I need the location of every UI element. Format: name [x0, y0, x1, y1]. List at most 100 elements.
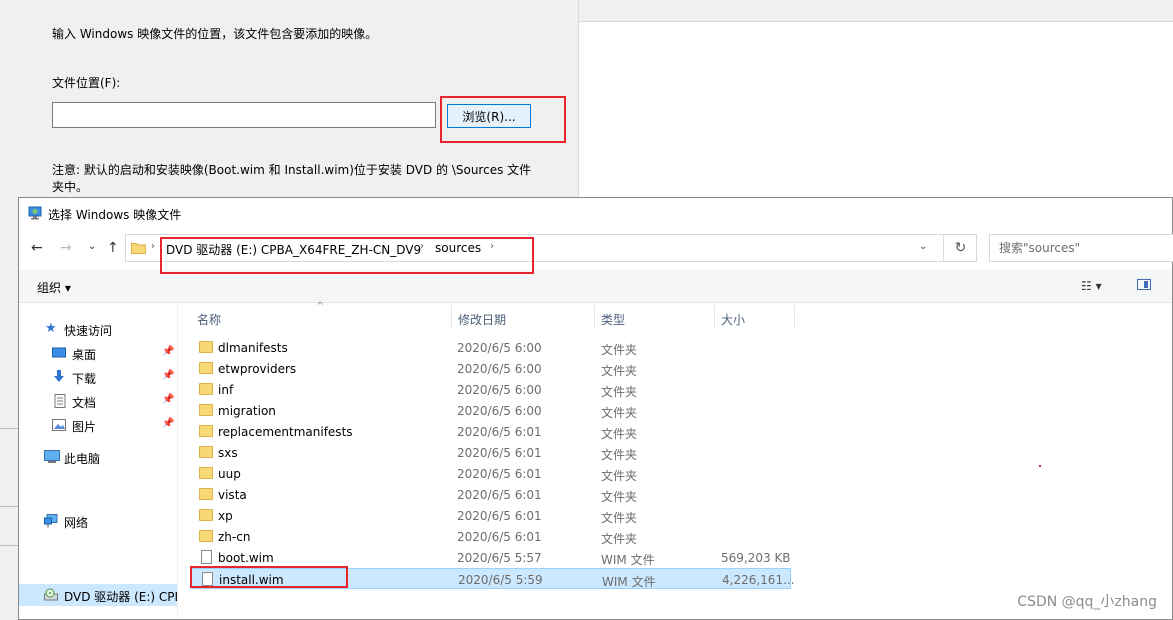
nav-item-label: DVD 驱动器 (E:) CPBA_X64FRE_ZH-CN_DV9 [64, 590, 177, 604]
recent-locations-icon[interactable]: ⌄ [88, 240, 96, 254]
picture-icon [52, 419, 66, 431]
refresh-button[interactable]: ↻ [943, 235, 977, 261]
file-row[interactable]: dlmanifests 2020/6/5 6:00 文件夹 [191, 337, 791, 358]
file-name: boot.wim [218, 551, 274, 565]
background-window-strip [579, 0, 1173, 22]
pin-icon[interactable]: 📌 [162, 370, 174, 381]
pin-icon[interactable]: 📌 [162, 346, 174, 357]
nav-item-quick-access[interactable]: ★ 快速访问 [19, 318, 177, 340]
pane-divider[interactable] [177, 303, 178, 619]
file-row[interactable]: vista 2020/6/5 6:01 文件夹 [191, 484, 791, 505]
file-name: inf [218, 383, 234, 397]
up-arrow-icon[interactable]: ↑ [107, 241, 119, 255]
file-row[interactable]: etwproviders 2020/6/5 6:00 文件夹 [191, 358, 791, 379]
navigation-bar: ← → ⌄ ↑ › DVD 驱动器 (E:) CPBA_X64FRE_ZH-CN… [19, 229, 1173, 269]
file-size: 4,226,161... [722, 573, 795, 587]
file-row[interactable]: zh-cn 2020/6/5 6:01 文件夹 [191, 526, 791, 547]
network-icon [44, 514, 58, 528]
file-date: 2020/6/5 6:01 [457, 425, 542, 439]
folder-icon [199, 467, 213, 479]
folder-icon [199, 404, 213, 416]
file-date: 2020/6/5 6:00 [457, 404, 542, 418]
file-location-input[interactable] [52, 102, 436, 128]
column-header-type[interactable]: 类型 [601, 311, 625, 328]
nav-item-downloads[interactable]: 下载 📌 [19, 366, 177, 388]
file-name: replacementmanifests [218, 425, 353, 439]
folder-icon [199, 362, 213, 374]
file-size: 569,203 KB [721, 551, 791, 565]
file-name: sxs [218, 446, 238, 460]
file-row[interactable]: sxs 2020/6/5 6:01 文件夹 [191, 442, 791, 463]
folder-icon [199, 425, 213, 437]
file-type: WIM 文件 [602, 575, 656, 589]
nav-item-desktop[interactable]: 桌面 📌 [19, 342, 177, 364]
column-divider[interactable] [794, 305, 795, 329]
computer-icon [44, 450, 60, 463]
preview-pane-icon[interactable] [1137, 279, 1151, 290]
file-row[interactable]: inf 2020/6/5 6:00 文件夹 [191, 379, 791, 400]
column-divider[interactable] [714, 305, 715, 329]
file-name: migration [218, 404, 276, 418]
file-date: 2020/6/5 6:01 [457, 509, 542, 523]
document-icon [54, 394, 66, 408]
chevron-right-icon[interactable]: › [490, 241, 494, 252]
address-bar[interactable]: › DVD 驱动器 (E:) CPBA_X64FRE_ZH-CN_DV9 › s… [125, 234, 977, 262]
browse-button[interactable]: 浏览(R)... [447, 104, 531, 128]
forward-arrow-icon[interactable]: → [60, 241, 72, 255]
folder-icon [199, 530, 213, 542]
file-name: uup [218, 467, 241, 481]
column-divider[interactable] [594, 305, 595, 329]
file-type: 文件夹 [601, 532, 638, 546]
download-icon [54, 370, 64, 382]
column-header-name[interactable]: 名称 [197, 311, 221, 328]
pin-icon[interactable]: 📌 [162, 418, 174, 429]
search-input[interactable] [989, 234, 1173, 262]
file-row[interactable]: migration 2020/6/5 6:00 文件夹 [191, 400, 791, 421]
file-row[interactable]: uup 2020/6/5 6:01 文件夹 [191, 463, 791, 484]
pin-icon[interactable]: 📌 [162, 394, 174, 405]
watermark: CSDN @qq_小zhang [1017, 594, 1157, 610]
file-type: 文件夹 [601, 448, 638, 462]
file-date: 2020/6/5 5:57 [457, 551, 542, 565]
file-row[interactable]: xp 2020/6/5 6:01 文件夹 [191, 505, 791, 526]
column-header-date[interactable]: 修改日期 [458, 311, 506, 328]
folder-icon [199, 383, 213, 395]
column-header-size[interactable]: 大小 [721, 311, 745, 328]
file-date: 2020/6/5 6:00 [457, 341, 542, 355]
stray-mark [1039, 465, 1041, 467]
wizard-instruction: 输入 Windows 映像文件的位置，该文件包含要添加的映像。 [52, 27, 378, 41]
nav-item-dvd-drive[interactable]: DVD 驱动器 (E:) CPBA_X64FRE_ZH-CN_DV9 [19, 584, 177, 606]
breadcrumb-sources[interactable]: sources [435, 241, 481, 255]
file-row[interactable]: boot.wim 2020/6/5 5:57 WIM 文件 569,203 KB [191, 547, 791, 568]
breadcrumb-dvd-drive[interactable]: DVD 驱动器 (E:) CPBA_X64FRE_ZH-CN_DV9 [166, 241, 421, 258]
back-arrow-icon[interactable]: ← [31, 241, 43, 255]
file-date: 2020/6/5 6:01 [457, 446, 542, 460]
nav-item-documents[interactable]: 文档 📌 [19, 390, 177, 412]
nav-item-label: 快速访问 [64, 324, 113, 338]
file-type: 文件夹 [601, 343, 638, 357]
organize-button[interactable]: 组织 ▾ [37, 279, 71, 296]
file-type: 文件夹 [601, 469, 638, 483]
nav-item-this-pc[interactable]: 此电脑 [19, 446, 177, 468]
windows-image-icon [28, 206, 42, 220]
file-row[interactable]: replacementmanifests 2020/6/5 6:01 文件夹 [191, 421, 791, 442]
file-icon [201, 550, 212, 564]
chevron-down-icon[interactable]: ⌄ [919, 241, 927, 252]
nav-item-network[interactable]: 网络 [19, 510, 177, 532]
nav-item-pictures[interactable]: 图片 📌 [19, 414, 177, 436]
file-date: 2020/6/5 6:00 [457, 383, 542, 397]
column-divider[interactable] [451, 305, 452, 329]
nav-item-label: 桌面 [72, 348, 97, 362]
file-type: WIM 文件 [601, 553, 655, 567]
file-name: zh-cn [218, 530, 251, 544]
chevron-right-icon[interactable]: › [420, 241, 424, 252]
file-row[interactable]: install.wim 2020/6/5 5:59 WIM 文件 4,226,161.… [191, 568, 795, 589]
dialog-titlebar[interactable]: 选择 Windows 映像文件 [19, 198, 1172, 228]
folder-icon [199, 509, 213, 521]
view-options-button[interactable]: ☷ ▾ [1081, 279, 1102, 293]
wizard-edge [0, 428, 18, 429]
chevron-right-icon[interactable]: › [151, 241, 155, 252]
folder-icon [199, 488, 213, 500]
file-type: 文件夹 [601, 406, 638, 420]
file-type: 文件夹 [601, 511, 638, 525]
